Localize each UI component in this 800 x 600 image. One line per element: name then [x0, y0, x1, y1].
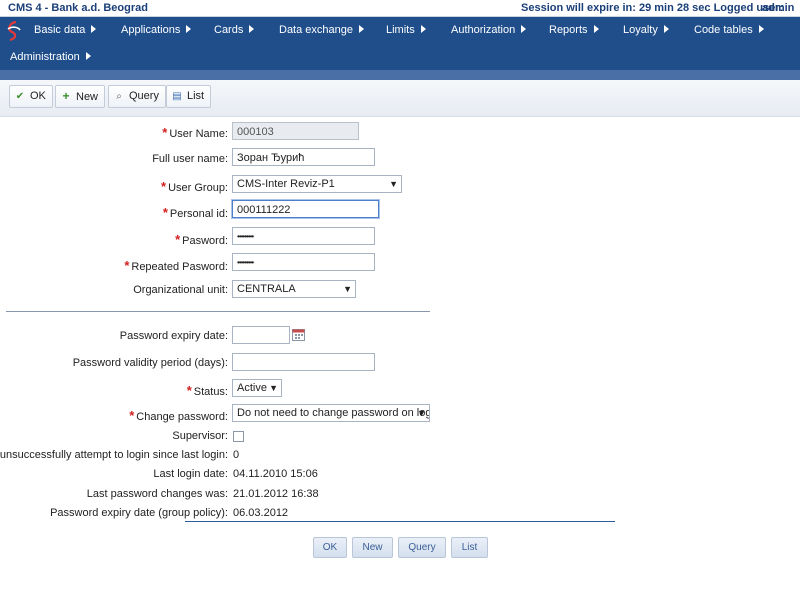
required-marker: * [186, 383, 192, 398]
bottom-list-button[interactable]: List [451, 537, 488, 558]
plus-icon: + [62, 89, 70, 103]
check-icon: ✔ [15, 91, 25, 102]
search-icon: ⌕ [116, 91, 122, 102]
title-bar: CMS 4 - Bank a.d. Beograd Session will e… [0, 0, 800, 17]
session-info: Session will expire in: 29 min 28 sec Lo… [521, 2, 784, 14]
change-password-label: * Change password: [129, 408, 228, 423]
last-login-value: 04.11.2010 15:06 [233, 468, 318, 480]
chevron-right-icon [91, 25, 97, 33]
pwd-expiry-group-label: Password expiry date (group policy): [50, 507, 228, 519]
pwd-expiry-field[interactable] [232, 326, 290, 344]
dropdown-arrow-icon: ▼ [269, 383, 278, 393]
pwd-expiry-label: Password expiry date: [119, 330, 228, 342]
calendar-icon[interactable] [292, 329, 305, 341]
chevron-right-icon [249, 25, 255, 33]
section-divider [6, 311, 430, 312]
required-marker: * [129, 408, 135, 423]
new-button[interactable]: + New [55, 85, 106, 108]
chevron-right-icon [663, 25, 669, 33]
menu-limits[interactable]: Limits [386, 24, 426, 36]
status-label: * Status: [186, 383, 228, 398]
password-label: * Pasword: [175, 232, 228, 247]
pwd-expiry-group-value: 06.03.2012 [233, 507, 289, 519]
logo-icon [7, 20, 21, 42]
toolbar: ✔ OK + New ⌕ Query ▤ List [0, 80, 800, 117]
chevron-right-icon [521, 25, 527, 33]
personal-id-label: * Personal id: [162, 205, 228, 220]
required-marker: * [124, 258, 130, 273]
dropdown-arrow-icon: ▼ [343, 284, 352, 294]
change-password-select[interactable]: Do not need to change password on login ▼ [232, 404, 430, 422]
dropdown-arrow-icon: ▼ [417, 408, 426, 418]
menu-data-exchange[interactable]: Data exchange [279, 24, 364, 36]
unsuccessful-login-label: No. of unsuccessfully attempt to login s… [0, 449, 228, 461]
required-marker: * [161, 179, 167, 194]
chevron-right-icon [85, 52, 91, 60]
chevron-right-icon [420, 25, 426, 33]
required-marker: * [175, 232, 181, 247]
main-menu: Basic data Applications Cards Data excha… [0, 17, 800, 70]
bottom-new-button[interactable]: New [352, 537, 393, 558]
personal-id-field[interactable]: 000111222 [232, 200, 379, 218]
last-pwd-change-label: Last password changes was: [86, 488, 228, 500]
menu-administration[interactable]: Administration [10, 51, 91, 63]
required-marker: * [162, 205, 168, 220]
dropdown-arrow-icon: ▼ [389, 179, 398, 189]
required-marker: * [162, 125, 168, 140]
full-user-name-field[interactable]: Зоран Ђурић [232, 148, 375, 166]
menu-authorization[interactable]: Authorization [451, 24, 527, 36]
supervisor-checkbox[interactable] [233, 431, 244, 442]
supervisor-label: Supervisor: [172, 430, 228, 442]
bottom-query-button[interactable]: Query [398, 537, 446, 558]
status-select[interactable]: Active ▼ [232, 379, 282, 397]
chevron-right-icon [593, 25, 599, 33]
query-button[interactable]: ⌕ Query [108, 85, 166, 108]
unsuccessful-login-value: 0 [233, 449, 240, 461]
last-pwd-change-value: 21.01.2012 16:38 [233, 488, 319, 500]
repeated-password-field[interactable]: ••••••••• [232, 253, 375, 271]
chevron-right-icon [359, 25, 364, 33]
list-button[interactable]: ▤ List [166, 85, 212, 108]
user-name-label: * User Name: [162, 125, 228, 140]
pwd-validity-label: Password validity period (days): [72, 357, 228, 369]
nav-divider [0, 70, 800, 80]
menu-reports[interactable]: Reports [549, 24, 599, 36]
last-login-label: Last login date: [153, 468, 228, 480]
org-unit-label: Organizational unit: [133, 284, 228, 296]
logged-user: admin [762, 2, 795, 14]
list-icon: ▤ [172, 91, 182, 102]
org-unit-select[interactable]: CENTRALA ▼ [232, 280, 356, 298]
user-group-label: * User Group: [161, 179, 228, 194]
menu-code-tables[interactable]: Code tables [694, 24, 764, 36]
menu-applications[interactable]: Applications [121, 24, 192, 36]
app-title: CMS 4 - Bank a.d. Beograd [8, 2, 148, 14]
bottom-ok-button[interactable]: OK [313, 537, 347, 558]
pwd-validity-field[interactable] [232, 353, 375, 371]
chevron-right-icon [186, 25, 192, 33]
full-user-name-label: Full user name: [152, 153, 228, 165]
user-group-select[interactable]: CMS-Inter Reviz-P1 ▼ [232, 175, 402, 193]
user-name-field[interactable]: 000103 [232, 122, 359, 140]
menu-cards[interactable]: Cards [214, 24, 255, 36]
menu-basic-data[interactable]: Basic data [34, 24, 97, 36]
ok-button[interactable]: ✔ OK [9, 85, 53, 108]
chevron-right-icon [758, 25, 764, 33]
password-field[interactable]: ••••••••• [232, 227, 375, 245]
repeated-password-label: * Repeated Pasword: [124, 258, 228, 273]
bottom-divider [185, 521, 615, 522]
menu-loyalty[interactable]: Loyalty [623, 24, 669, 36]
